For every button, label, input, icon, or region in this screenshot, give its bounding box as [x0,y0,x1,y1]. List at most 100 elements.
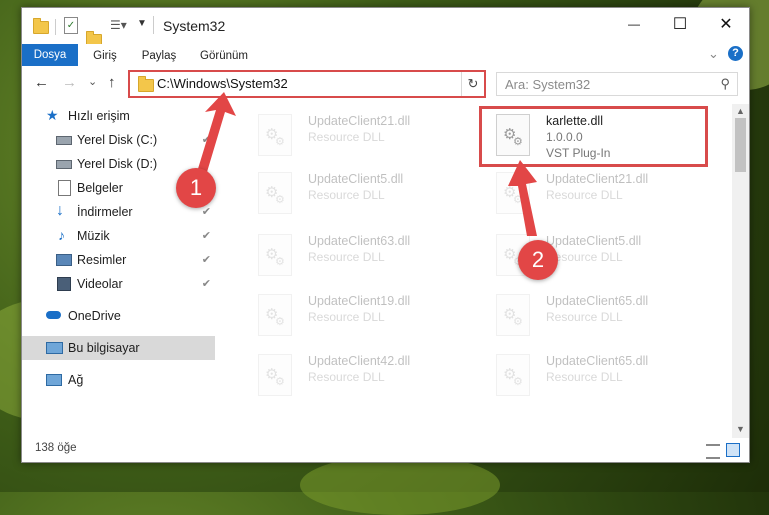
dll-file-icon: ⚙⚙ [258,354,292,396]
status-bar: 138 öğe [22,438,749,462]
search-input[interactable]: Ara: System32 ⚲ [496,72,738,96]
title-separator [153,16,154,34]
customize-toolbar-icon[interactable]: ▼ [137,18,147,29]
recent-locations-button[interactable]: ⌄ [88,75,97,88]
sidebar-item-label: Videolar [77,277,123,291]
dll-file-icon: ⚙⚙ [496,294,530,336]
file-type: Resource DLL [308,130,385,144]
background-foliage [300,455,500,515]
dll-file-icon: ⚙⚙ [258,114,292,156]
item-count: 138 öğe [35,442,77,454]
drive-icon [56,160,72,169]
drive-icon [56,136,72,145]
sidebar-item-this-pc[interactable]: Bu bilgisayar [22,336,215,360]
dll-file-icon: ⚙⚙ [496,172,530,214]
file-item[interactable]: ⚙⚙ UpdateClient5.dll Resource DLL [244,166,474,222]
refresh-button[interactable]: ↻ [461,72,484,96]
ribbon-tabs: Dosya Giriş Paylaş Görünüm ⌄ ? [22,44,749,66]
large-icons-view-icon[interactable] [726,443,740,457]
documents-icon [58,180,71,196]
file-type: Resource DLL [546,310,623,324]
folder-icon [138,76,154,92]
file-name: UpdateClient65.dll [546,354,649,368]
file-item[interactable]: ⚙ ⚙ UpdateClient42.dll Resource DLL [244,348,474,404]
address-path: C:\Windows\System32 [157,76,288,91]
back-button[interactable]: ← [34,74,49,91]
sidebar-item-label: Hızlı erişim [68,109,130,123]
dll-file-icon: ⚙⚙ [258,234,292,276]
navigation-bar: ← → ⌄ ↑ C:\Windows\System32 ↻ Ara: Syste… [22,66,749,100]
close-button[interactable]: ✕ [703,8,749,40]
maximize-button[interactable]: ☐ [657,8,703,40]
file-item[interactable]: ⚙ ⚙ UpdateClient65.dll Resource DLL [482,348,712,404]
pin-icon: ✔ [201,230,211,242]
scroll-down-icon[interactable]: ▼ [732,424,749,434]
help-icon[interactable]: ? [728,46,743,61]
star-icon: ★ [46,107,59,123]
file-item[interactable]: ⚙ ⚙ UpdateClient21.dll Resource DLL [482,166,712,222]
view-menu-icon[interactable]: ☰▾ [110,18,127,32]
music-icon: ♪ [58,227,65,243]
sidebar-item-videos[interactable]: Videolar ✔ [22,272,215,296]
pin-icon: ✔ [201,254,211,266]
tab-file[interactable]: Dosya [22,44,78,66]
file-type: Resource DLL [308,188,385,202]
sidebar-item-label: Resimler [77,253,127,267]
file-name: UpdateClient5.dll [546,234,642,248]
file-item[interactable]: ⚙⚙ UpdateClient5.dll Resource DLL [482,228,712,284]
address-bar[interactable]: C:\Windows\System32 ↻ [128,70,486,98]
scrollbar-thumb[interactable] [735,118,746,172]
videos-icon [57,277,71,291]
search-icon: ⚲ [720,76,730,91]
scroll-up-icon[interactable]: ▲ [732,106,749,116]
tab-view[interactable]: Görünüm [194,46,254,66]
step-2-badge: 2 [518,240,558,280]
sidebar-item-local-disk-c[interactable]: Yerel Disk (C:) ✔ [22,128,215,152]
sidebar-item-quick-access[interactable]: ★ Hızlı erişim [22,104,215,128]
minimize-button[interactable]: — [611,8,657,40]
pin-icon: ✔ [201,134,211,146]
tab-home[interactable]: Giriş [82,46,128,66]
pin-icon: ✔ [201,158,211,170]
pin-icon: ✔ [201,206,211,218]
sidebar-item-pictures[interactable]: Resimler ✔ [22,248,215,272]
details-view-icon[interactable] [706,444,720,459]
network-icon [46,374,62,386]
file-item[interactable]: ⚙ ⚙ UpdateClient21.dll Resource DLL [244,108,474,164]
file-name: UpdateClient19.dll [308,294,411,308]
file-list: ⚙ ⚙ UpdateClient21.dll Resource DLL ⚙ ⚙ Up… [224,104,732,434]
file-type: Resource DLL [546,370,623,384]
sidebar-item-onedrive[interactable]: OneDrive [22,304,215,328]
sidebar-item-label: Belgeler [77,181,123,195]
ribbon-expand-icon[interactable]: ⌄ [708,46,719,62]
tab-share[interactable]: Paylaş [134,46,184,66]
file-item[interactable]: ⚙ ⚙ UpdateClient65.dll Resource DLL [482,288,712,344]
sidebar-item-label: Yerel Disk (C:) [77,133,158,147]
file-name: UpdateClient42.dll [308,354,411,368]
search-placeholder: Ara: System32 [505,77,591,92]
pin-icon: ✔ [201,278,211,290]
file-item[interactable]: ⚙ ⚙ UpdateClient19.dll Resource DLL [244,288,474,344]
file-type: Resource DLL [546,188,623,202]
sidebar-item-network[interactable]: Ağ [22,368,215,392]
vertical-scrollbar[interactable]: ▲ ▼ [732,104,749,438]
file-item[interactable]: ⚙ ⚙ UpdateClient63.dll Resource DLL [244,228,474,284]
file-type: Resource DLL [308,250,385,264]
dll-file-icon: ⚙⚙ [258,172,292,214]
download-icon: ↓ [56,202,64,219]
dll-file-icon: ⚙⚙ [258,294,292,336]
up-button[interactable]: ↑ [108,74,116,91]
qa-separator [55,19,56,35]
file-name: UpdateClient65.dll [546,294,649,308]
folder-icon [33,18,49,34]
cloud-icon [46,311,61,319]
sidebar-item-music[interactable]: ♪ Müzik ✔ [22,224,215,248]
dll-file-icon: ⚙⚙ [496,354,530,396]
computer-icon [46,342,63,354]
pictures-icon [56,254,72,266]
forward-button[interactable]: → [62,74,77,91]
title-bar: ✓ ☰▾ ▼ System32 — ☐ ✕ [22,8,749,47]
explorer-window: ✓ ☰▾ ▼ System32 — ☐ ✕ Dosya Giriş Paylaş… [21,7,750,463]
step-1-badge: 1 [176,168,216,208]
properties-icon[interactable]: ✓ [64,17,78,34]
